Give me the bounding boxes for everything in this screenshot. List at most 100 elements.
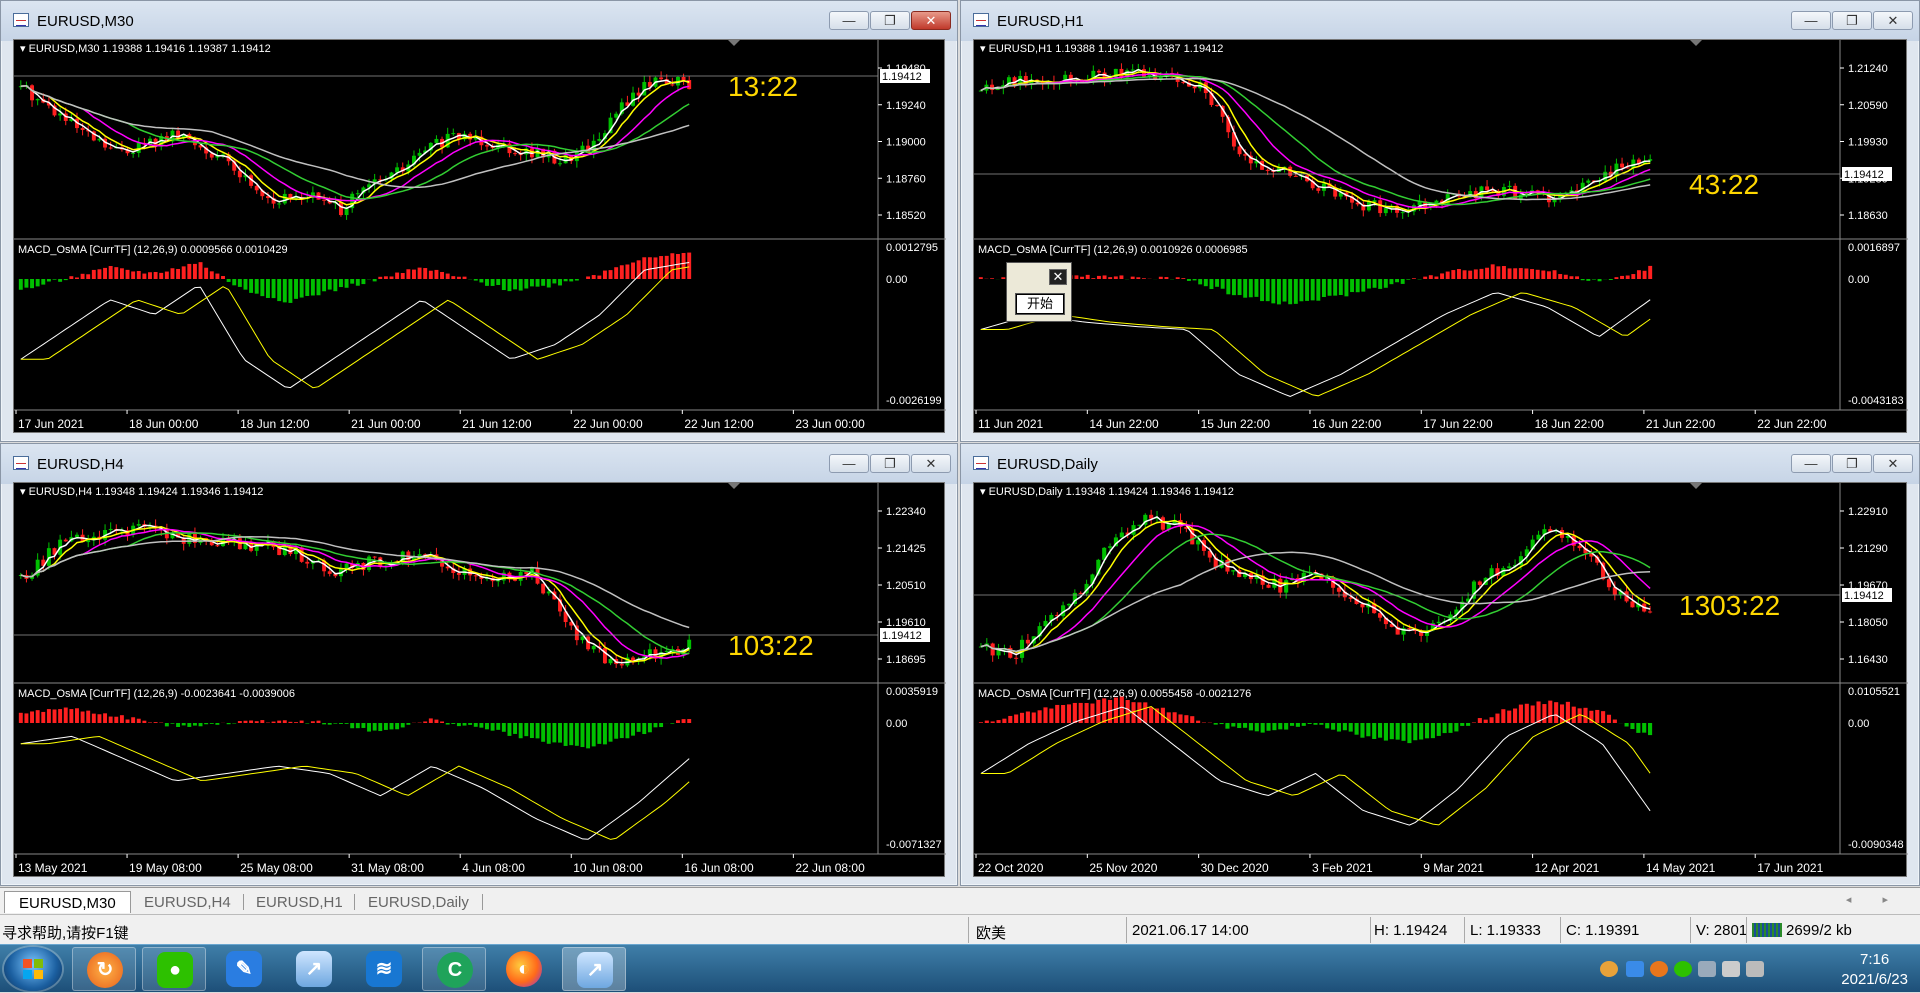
chart-area[interactable]: 1.223401.214251.205101.196101.186951.194… xyxy=(13,482,945,877)
macd-histogram-bar xyxy=(1061,705,1065,723)
tab-eurusd-daily[interactable]: EURUSD,Daily xyxy=(354,891,483,913)
taskbar-app-firefox[interactable]: ◐ xyxy=(492,947,556,991)
status-profile: 欧美 xyxy=(976,922,1006,943)
tray-swirl-icon[interactable] xyxy=(1650,961,1668,977)
macd-histogram-bar xyxy=(272,279,276,298)
candle-body xyxy=(356,193,360,194)
tab-eurusd-h4[interactable]: EURUSD,H4 xyxy=(130,891,245,913)
macd-histogram-bar xyxy=(1344,279,1348,296)
macd-histogram-bar xyxy=(457,277,461,279)
start-button[interactable]: 开始 xyxy=(1015,293,1065,315)
minimize-button[interactable]: — xyxy=(1791,11,1831,30)
close-button[interactable]: ✕ xyxy=(911,454,951,473)
title-bar[interactable]: EURUSD,Daily — ❐ ✕ xyxy=(961,444,1919,484)
macd-histogram-bar xyxy=(1614,277,1618,279)
taskbar-app-orange[interactable]: ↻ xyxy=(72,947,136,991)
macd-histogram-bar xyxy=(1454,723,1458,731)
title-bar[interactable]: EURUSD,H4 — ❐ ✕ xyxy=(1,444,957,484)
taskbar-app-pen[interactable]: ✎ xyxy=(212,947,276,991)
macd-histogram-bar xyxy=(496,279,500,285)
macd-histogram-bar xyxy=(1468,271,1472,279)
macd-histogram-bar xyxy=(1067,704,1071,723)
bar-countdown-timer: 103:22 xyxy=(728,630,814,661)
close-button[interactable]: ✕ xyxy=(1873,11,1913,30)
macd-axis-label: 0.0012795 xyxy=(886,242,938,254)
price-axis-label: 1.21290 xyxy=(1848,543,1888,555)
macd-histogram-bar xyxy=(502,723,506,732)
tray-pen-icon[interactable] xyxy=(1626,961,1644,977)
taskbar-clock[interactable]: 7:16 2021/6/23 xyxy=(1841,950,1908,990)
time-axis-label: 21 Jun 12:00 xyxy=(462,417,532,431)
chart-area[interactable]: 1.194801.192401.190001.187601.185201.194… xyxy=(13,39,945,433)
taskbar-app-green[interactable]: C xyxy=(422,947,486,991)
close-button[interactable]: ✕ xyxy=(911,11,951,30)
tray-wechat-icon[interactable] xyxy=(1674,961,1692,977)
title-bar[interactable]: EURUSD,M30 — ❐ ✕ xyxy=(1,1,957,41)
macd-histogram-bar xyxy=(1238,279,1242,295)
candle-body xyxy=(1508,186,1512,187)
macd-histogram-bar xyxy=(1343,723,1347,730)
chart-window-m30[interactable]: EURUSD,M30 — ❐ ✕ 1.194801.192401.190001.… xyxy=(0,0,958,442)
macd-histogram-bar xyxy=(148,272,152,279)
macd-histogram-bar xyxy=(339,723,343,724)
minimize-button[interactable]: — xyxy=(829,11,869,30)
taskbar-app-wechat[interactable]: ● xyxy=(142,947,206,991)
restore-button[interactable]: ❐ xyxy=(870,454,910,473)
start-button[interactable] xyxy=(4,947,62,991)
macd-histogram-bar xyxy=(1349,723,1353,732)
macd-histogram-bar xyxy=(1401,279,1405,284)
taskbar-app-mt4-active[interactable]: ↗ xyxy=(562,947,626,991)
chart-shift-marker xyxy=(1690,40,1702,46)
macd-histogram-bar xyxy=(1085,703,1089,723)
restore-button[interactable]: ❐ xyxy=(1832,11,1872,30)
macd-histogram-bar xyxy=(187,723,191,727)
restore-button[interactable]: ❐ xyxy=(1832,454,1872,473)
chart-area[interactable]: 1.212401.205901.199301.192801.186301.194… xyxy=(973,39,1907,433)
tray-app-icon[interactable] xyxy=(1600,961,1618,977)
macd-histogram-bar xyxy=(401,723,405,727)
restore-button[interactable]: ❐ xyxy=(870,11,910,30)
macd-histogram-bar xyxy=(474,279,478,281)
system-tray: 7:16 2021/6/23 xyxy=(1590,945,1920,993)
minimize-button[interactable]: — xyxy=(829,454,869,473)
macd-histogram-bar xyxy=(1495,714,1499,723)
meta-icon: ≋ xyxy=(366,951,402,987)
price-axis-label: 1.21240 xyxy=(1848,63,1888,75)
candle-body xyxy=(137,524,141,526)
tray-network-adapter-icon[interactable] xyxy=(1698,961,1716,977)
macd-histogram-bar xyxy=(249,279,253,293)
moving-average-line xyxy=(21,86,689,199)
macd-histogram-bar xyxy=(1372,723,1376,739)
macd-histogram-bar xyxy=(1595,710,1599,723)
candle-body xyxy=(485,145,489,146)
macd-histogram-bar xyxy=(581,723,585,747)
chart-area[interactable]: 1.229101.212901.196701.180501.164301.194… xyxy=(973,482,1907,877)
symbol-info-line: ▾ EURUSD,H1 1.19388 1.19416 1.19387 1.19… xyxy=(980,43,1223,55)
macd-histogram-bar xyxy=(1531,705,1535,723)
macd-histogram-bar xyxy=(1648,723,1652,735)
candle-body xyxy=(434,139,438,143)
tab-eurusd-m30[interactable]: EURUSD,M30 xyxy=(4,891,131,913)
macd-histogram-bar xyxy=(227,279,231,282)
candle-body xyxy=(81,128,85,130)
title-bar[interactable]: EURUSD,H1 — ❐ ✕ xyxy=(961,1,1919,41)
time-axis-label: 31 May 08:00 xyxy=(351,861,424,875)
taskbar-app-meta[interactable]: ≋ xyxy=(352,947,416,991)
candle-body xyxy=(1026,640,1030,644)
close-button[interactable]: ✕ xyxy=(1873,454,1913,473)
taskbar-app-mt4[interactable]: ↗ xyxy=(282,947,346,991)
price-axis-label: 1.18695 xyxy=(886,654,926,666)
tab-eurusd-h1[interactable]: EURUSD,H1 xyxy=(242,891,357,913)
macd-histogram-bar xyxy=(406,269,410,279)
dialog-close-button[interactable]: ✕ xyxy=(1049,269,1067,285)
tray-volume-muted-icon[interactable] xyxy=(1722,961,1740,977)
tab-scroll-arrows[interactable]: ◂ ▸ xyxy=(1846,893,1902,906)
chart-window-h1[interactable]: EURUSD,H1 — ❐ ✕ 1.212401.205901.199301.1… xyxy=(960,0,1920,442)
chart-window-daily[interactable]: EURUSD,Daily — ❐ ✕ 1.229101.212901.19670… xyxy=(960,443,1920,886)
price-axis-label: 1.20510 xyxy=(886,580,926,592)
tray-signal-icon[interactable] xyxy=(1746,961,1764,977)
minimize-button[interactable]: — xyxy=(1791,454,1831,473)
chart-window-h4[interactable]: EURUSD,H4 — ❐ ✕ 1.223401.214251.205101.1… xyxy=(0,443,958,886)
macd-histogram-bar xyxy=(418,268,422,279)
macd-histogram-bar xyxy=(36,279,40,286)
